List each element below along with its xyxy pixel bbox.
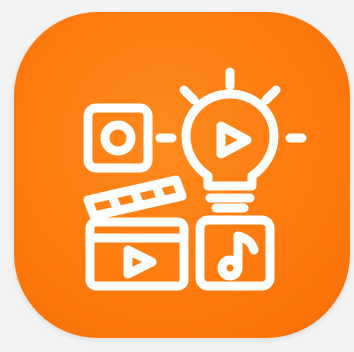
media-glyphs <box>83 67 307 291</box>
music-note-icon <box>195 215 275 291</box>
clapperboard-icon <box>83 175 189 291</box>
ray-right <box>261 85 281 105</box>
ray-left <box>179 85 199 105</box>
camera-icon <box>83 103 177 173</box>
lightbulb-play-icon <box>179 67 307 213</box>
icon-canvas <box>0 0 354 352</box>
